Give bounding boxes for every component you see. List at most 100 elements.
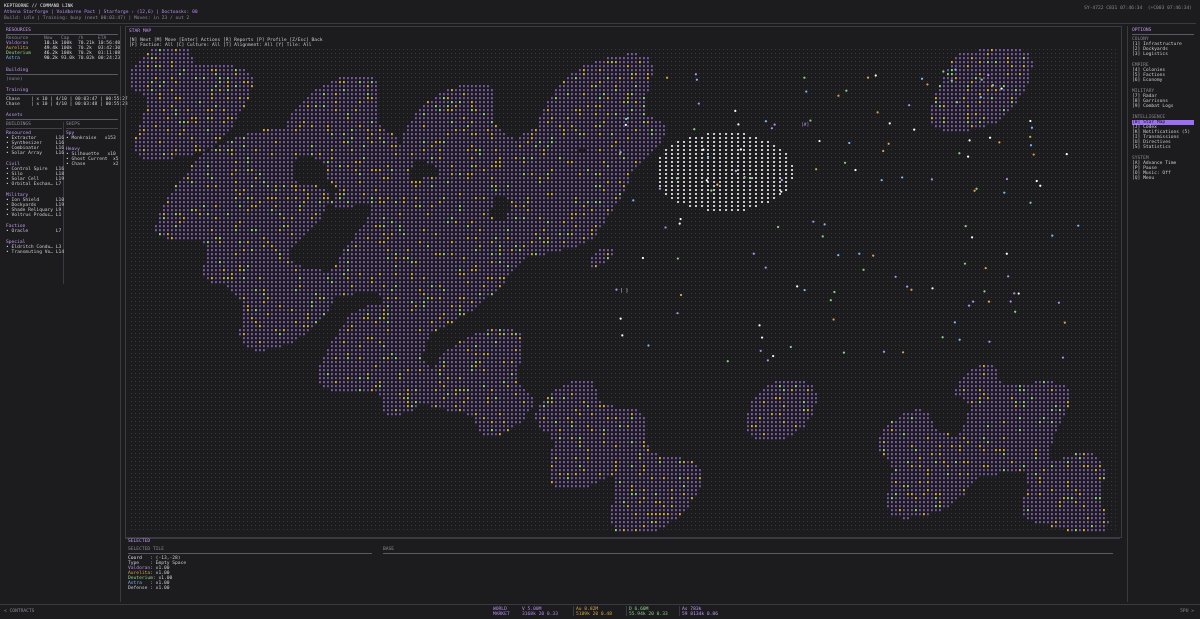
map-tile-land [987,69,989,71]
map-tile-space [327,81,328,82]
map-tile-space [259,65,260,66]
map-tile-space [531,61,532,62]
map-tile-space [1055,121,1056,122]
map-tile-space [819,125,820,126]
map-tile-land [651,117,653,119]
map-tile-land [951,105,953,107]
building-list-item[interactable]: • Oracle L7 [6,229,61,234]
map-tile-land [631,69,633,71]
map-tile-space [951,57,952,58]
map-tile-land [947,113,949,115]
map-tile-land [235,77,237,79]
map-tile-space [723,97,724,98]
map-tile-space [1091,105,1092,106]
map-tile-space [279,69,280,70]
map-tile-land [147,121,149,123]
map-tile-land [427,125,429,127]
map-tile-land [355,81,357,83]
map-tile-space [271,109,272,110]
map-tile-space [519,93,520,94]
map-tile-space [695,101,696,102]
map-tile-space [131,97,132,98]
map-tile-space [787,85,788,86]
map-tile-space [723,117,724,118]
map-tile-space [523,125,524,126]
map-tile-land [199,121,201,123]
map-tile-space [447,77,448,78]
map-tile-space [695,69,696,70]
map-tile-space [807,93,808,94]
map-tile-land [955,93,957,95]
map-tile-space [707,57,708,58]
map-tile-land [479,117,481,119]
map-tile-land [435,121,437,123]
map-tile-space [519,125,520,126]
map-tile-space [791,81,792,82]
map-tile-space [515,73,516,74]
map-tile-space [859,53,860,54]
building-list-item[interactable]: • Orbital Exchan… L7 [6,182,61,187]
map-tile-space [703,97,704,98]
map-tile-land [1019,85,1021,87]
map-tile-space [559,73,560,74]
map-tile-space [891,85,892,86]
map-tile-space [807,113,808,114]
training-row[interactable]: Chase | x 10 | 4/10 | 00:03:48 | 00:55:2… [6,102,128,107]
map-tile-land [447,93,449,95]
map-tile-land [431,105,433,107]
building-list-item[interactable]: • Transmuting Vo… L14 [6,250,64,255]
map-tile-land [475,113,477,115]
map-tile-land [1007,89,1009,91]
map-tile-space [1059,57,1060,58]
map-tile-land [491,97,493,99]
map-tile-space [459,53,460,54]
map-tile-land [939,101,941,103]
map-tile-land [143,117,145,119]
ship-list-item[interactable]: • Chase x2 [66,162,119,167]
map-tile-space [335,73,336,74]
map-tile-space [1083,77,1084,78]
map-tile-space [1111,109,1112,110]
map-tile-space [1051,89,1052,90]
map-tile-land [327,89,329,91]
map-tile-space [659,81,660,82]
map-tile-land [951,125,953,127]
building-list-item[interactable]: • Solar Array L16 [6,151,64,156]
map-tile-space [1115,113,1116,114]
map-tile-space [879,85,880,86]
map-tile-land [643,69,645,71]
map-tile-land [191,73,193,75]
map-tile-land [1015,61,1017,63]
map-tile-space [575,57,576,58]
map-tile-space [591,53,592,54]
map-tile-land [571,81,573,83]
map-tile-space [479,81,480,82]
map-tile-land [987,57,989,59]
map-tile-land [579,93,581,95]
map-tile-land [1023,65,1025,67]
building-list-item[interactable]: • Voltrus Produc… L1 [6,213,61,218]
map-tile-space [851,57,852,58]
map-tile-space [467,77,468,78]
map-tile-land [167,81,169,83]
map-tile-land [203,93,205,95]
map-tile-space [367,73,368,74]
map-tile-space [547,85,548,86]
map-tile-space [551,69,552,70]
map-tile-space [327,49,328,50]
map-tile-space [1039,53,1040,54]
map-tile-space [399,81,400,82]
ship-list-item[interactable]: • Monkraise x153 [66,136,116,141]
map-tile-space [275,93,276,94]
map-tile-space [243,109,244,110]
map-tile-land [967,117,969,119]
map-tile-space [727,97,728,98]
map-tile-space [335,61,336,62]
map-tile-space [651,61,652,62]
map-tile-space [1051,105,1052,106]
map-tile-land [943,101,945,103]
map-tile-space [551,65,552,66]
map-tile-land [963,125,965,127]
map-tile-space [283,101,284,102]
map-tile-space [903,85,904,86]
